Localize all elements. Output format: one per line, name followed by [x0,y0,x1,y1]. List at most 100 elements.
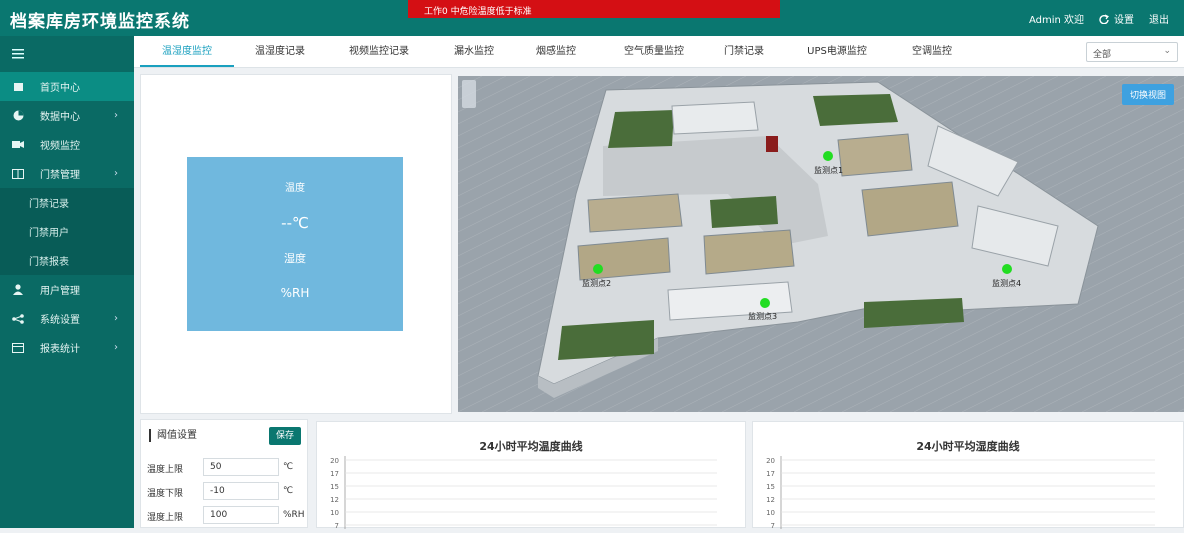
threshold-unit: ℃ [283,486,294,496]
sidebar-subitem[interactable]: 门禁报表 [0,246,134,275]
y-tick-label: 20 [766,457,775,465]
y-tick-label: 12 [766,496,775,504]
home-icon [11,81,25,93]
y-tick-label: 10 [766,509,775,517]
door-marker [766,136,778,152]
sensor-label: 监测点4 [992,278,1021,288]
chart-title: 24小时平均湿度曲线 [916,440,1020,453]
humidity-value: %RH [280,286,310,300]
area-select-value: 全部 [1093,50,1112,60]
alert-banner[interactable]: 工作0 中危险温度低于标准 [408,0,780,18]
threshold-title: 阈值设置 [149,429,197,442]
switch-view-button[interactable]: 切换视图 [1121,84,1174,105]
threshold-row: 温度下限 -10 ℃ [147,482,307,502]
temperature-chart-panel: 24小时平均温度曲线 20 17 15 12 10 7 [316,421,746,530]
share-icon [11,313,25,325]
threshold-input[interactable]: 50 [203,458,279,476]
sidebar-item-label: 视频监控 [40,141,80,152]
y-tick-label: 17 [330,470,339,478]
sensor-label: 监测点3 [748,311,777,321]
tab-water-leak[interactable]: 漏水监控 [436,36,512,67]
settings-label: 设置 [1114,15,1134,26]
tab-air-quality[interactable]: 空气质量监控 [600,36,708,67]
threshold-label: 湿度上限 [147,513,184,523]
sensor-dot[interactable] [823,151,833,161]
top-bar: 档案库房环境监控系统 工作0 中危险温度低于标准 Admin 欢迎 设置 退出 [0,0,1184,36]
view-control[interactable] [462,80,476,108]
sensor-label: 监测点1 [814,165,843,175]
sidebar-item-data[interactable]: 数据中心 › [0,101,134,130]
sensor-card[interactable]: 温度 --℃ 湿度 %RH [187,157,403,331]
y-tick-label: 20 [330,457,339,465]
sidebar-item-reports[interactable]: 报表统计 › [0,333,134,362]
threshold-unit: %RH [283,510,305,520]
threshold-input[interactable]: -10 [203,482,279,500]
sidebar: 首页中心 数据中心 › 视频监控 门禁管理 › 门禁记录 门禁用户 门禁报表 用… [0,36,134,528]
top-right-tools: Admin 欢迎 设置 退出 [1029,11,1184,26]
chart-icon [11,110,25,122]
tab-aircon[interactable]: 空调监控 [892,36,972,67]
sidebar-submenu: 门禁记录 门禁用户 门禁报表 [0,188,134,275]
threshold-label: 温度上限 [147,465,184,475]
chevron-down-icon: ⌄ [1163,46,1171,56]
sidebar-item-video[interactable]: 视频监控 [0,130,134,159]
y-tick-label: 12 [330,496,339,504]
user-name: Admin 欢迎 [1028,15,1084,26]
area-select[interactable]: 全部 ⌄ [1086,42,1178,62]
chevron-right-icon: › [114,168,118,179]
sidebar-item-label: 数据中心 [40,112,80,123]
user-icon [11,284,25,296]
sidebar-item-settings[interactable]: 系统设置 › [0,304,134,333]
app-title: 档案库房环境监控系统 [10,12,190,32]
chart-title: 24小时平均温度曲线 [479,440,583,453]
temperature-label: 温度 [285,183,305,194]
y-tick-label: 15 [330,483,339,491]
report-icon [11,342,25,354]
logout-label: 退出 [1149,15,1169,26]
threshold-row: 湿度上限 100 %RH [147,506,307,526]
threshold-panel: 阈值设置 保存 温度上限 50 ℃ 温度下限 -10 ℃ 湿度上限 100 %R… [140,419,308,528]
save-button[interactable]: 保存 [269,427,301,445]
sensor-label: 监测点2 [582,278,611,288]
sensor-dot[interactable] [760,298,770,308]
warehouse-floor-plan: 监测点1 监测点2 监测点3 监测点4 [458,76,1184,412]
sidebar-item-label: 报表统计 [40,344,80,355]
info-panel: 温度 --℃ 湿度 %RH [140,74,452,414]
tab-bar: 温湿度监控 温湿度记录 视频监控记录 漏水监控 烟感监控 空气质量监控 门禁记录… [134,36,1184,68]
tab-temp-records[interactable]: 温湿度记录 [238,36,322,67]
user-info[interactable]: Admin 欢迎 [1029,11,1084,26]
sensor-dot[interactable] [1002,264,1012,274]
chevron-right-icon: › [114,342,118,353]
sidebar-item-label: 用户管理 [40,286,80,297]
alert-text: 工作0 中危险温度低于标准 [424,7,532,17]
warehouse-3d-view[interactable]: 监测点1 监测点2 监测点3 监测点4 切换视图 [458,76,1184,412]
sidebar-item-users[interactable]: 用户管理 [0,275,134,304]
threshold-unit: ℃ [283,462,294,472]
y-tick-label: 10 [330,509,339,517]
sidebar-toggle[interactable] [0,36,134,72]
tab-door-records[interactable]: 门禁记录 [710,36,778,67]
tab-temp-humidity[interactable]: 温湿度监控 [140,36,234,67]
chevron-right-icon: › [114,313,118,324]
sidebar-item-door[interactable]: 门禁管理 › [0,159,134,188]
refresh-icon [1099,13,1109,24]
tab-ups[interactable]: UPS电源监控 [784,36,890,67]
sidebar-subitem[interactable]: 门禁用户 [0,217,134,246]
camera-icon [11,139,25,151]
sidebar-item-label: 门禁管理 [40,170,80,181]
chevron-right-icon: › [114,110,118,121]
menu-icon [12,49,24,59]
settings-button[interactable]: 设置 [1099,11,1134,26]
tab-smoke[interactable]: 烟感监控 [514,36,598,67]
threshold-row: 温度上限 50 ℃ [147,458,307,478]
sidebar-item-label: 系统设置 [40,315,80,326]
sidebar-subitem[interactable]: 门禁记录 [0,188,134,217]
logout-button[interactable]: 退出 [1149,11,1169,26]
sensor-dot[interactable] [593,264,603,274]
threshold-label: 温度下限 [147,489,184,499]
sidebar-item-label: 首页中心 [40,83,80,94]
tab-video-records[interactable]: 视频监控记录 [324,36,434,67]
door-icon [11,168,25,180]
threshold-input[interactable]: 100 [203,506,279,524]
sidebar-item-home[interactable]: 首页中心 [0,72,134,101]
